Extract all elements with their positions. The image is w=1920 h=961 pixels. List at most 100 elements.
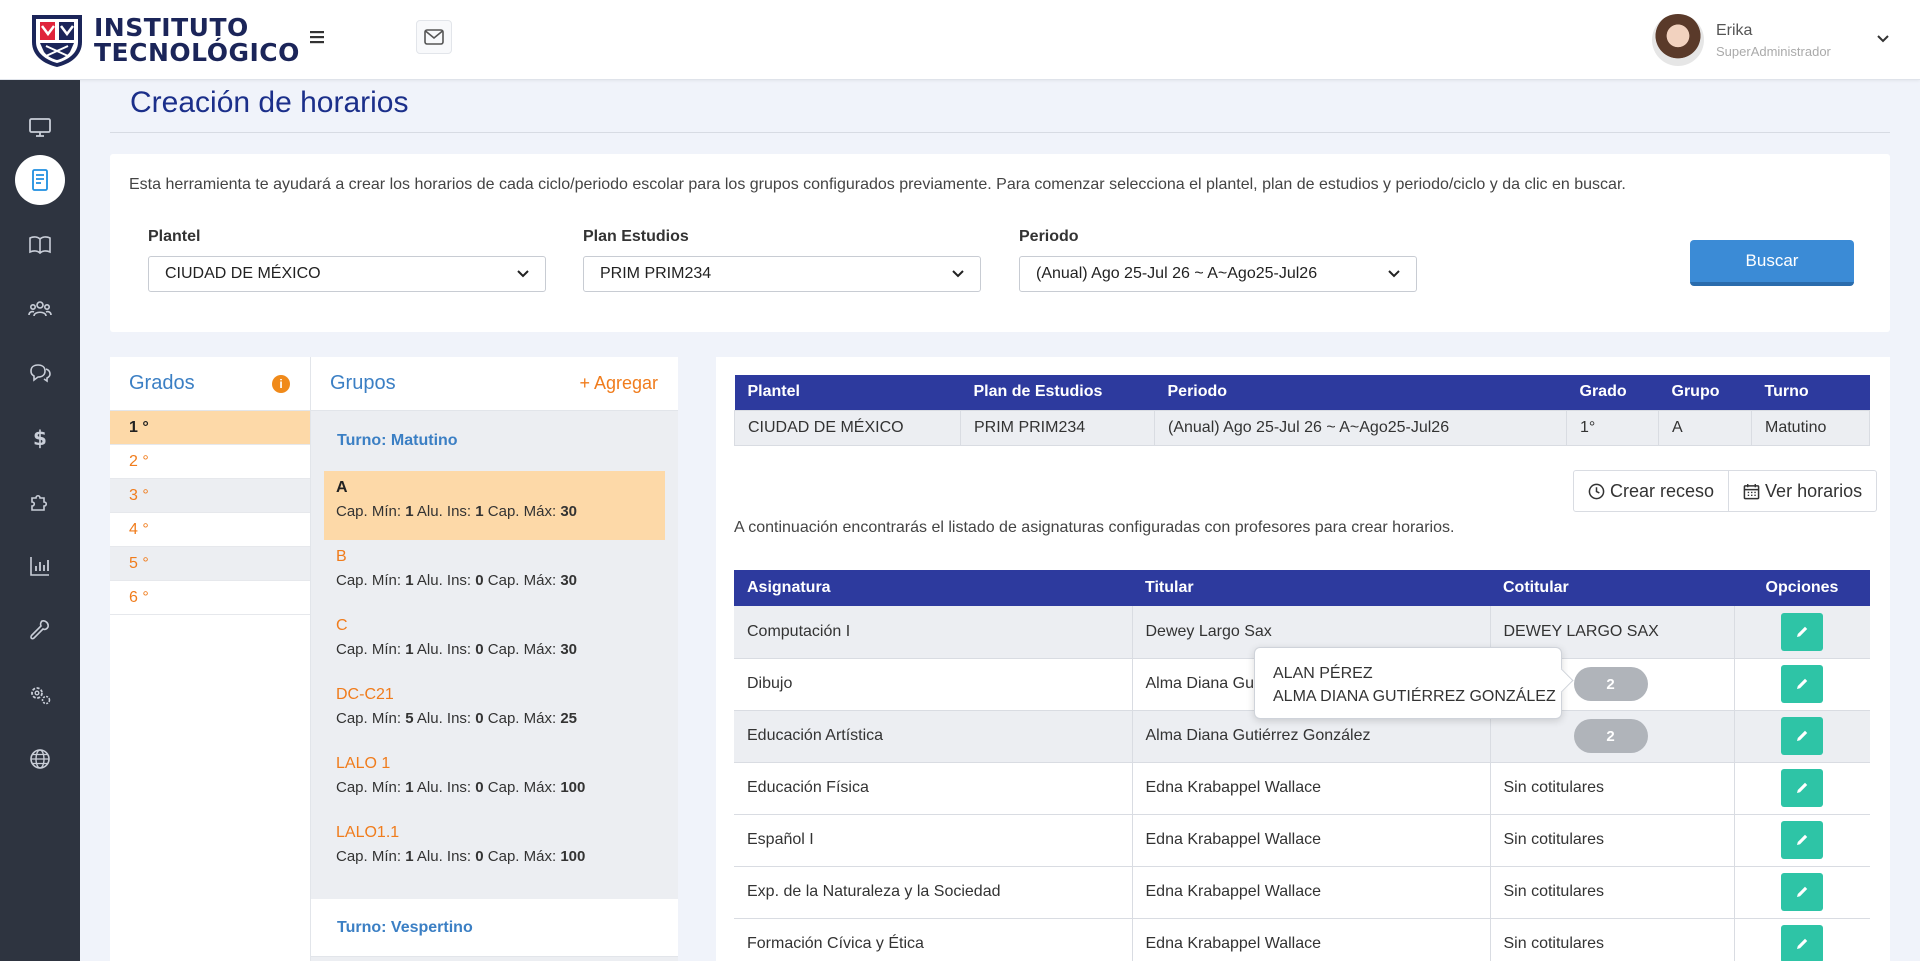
info-icon[interactable]: i <box>272 374 290 393</box>
sidebar-item-settings[interactable] <box>15 670 65 720</box>
group-capacity: Cap. Mín: 1 Alu. Ins: 0 Cap. Máx: 30 <box>336 641 577 658</box>
envelope-icon <box>424 29 444 45</box>
edit-button[interactable] <box>1781 612 1824 651</box>
summary-header: Plantel <box>734 375 961 410</box>
chevron-down-icon <box>952 267 964 281</box>
edit-button[interactable] <box>1781 665 1824 703</box>
cotitular-cell: Sin cotitulares <box>1490 762 1735 815</box>
messages-button[interactable] <box>416 20 452 54</box>
view-schedules-label: Ver horarios <box>1765 480 1863 501</box>
edit-button[interactable] <box>1781 873 1824 911</box>
edit-button[interactable] <box>1781 769 1824 807</box>
plan-selected: PRIM PRIM234 <box>600 265 712 282</box>
dollar-icon: $ <box>33 426 47 450</box>
bar-chart-icon <box>30 557 49 576</box>
periodo-field: Periodo (Anual) Ago 25-Jul 26 ~ A~Ago25-… <box>1019 228 1419 292</box>
edit-button[interactable] <box>1781 717 1824 755</box>
grado-item[interactable]: 1 ° <box>110 411 310 445</box>
search-button[interactable]: Buscar <box>1690 240 1854 286</box>
summary-cell: A <box>1658 409 1752 446</box>
grado-item[interactable]: 4 ° <box>110 513 310 547</box>
group-card[interactable]: C Cap. Mín: 1 Alu. Ins: 0 Cap. Máx: 30 <box>324 609 665 678</box>
titular-cell: Edna Krabappel Wallace <box>1132 866 1491 919</box>
sidebar-item-tools[interactable] <box>15 605 65 655</box>
pencil-icon <box>1797 938 1808 949</box>
logo-line-2: TECNOLÓGICO <box>94 38 300 67</box>
subjects-description: A continuación encontrarás el listado de… <box>734 519 1455 536</box>
group-card[interactable]: B Cap. Mín: 1 Alu. Ins: 0 Cap. Máx: 30 <box>324 540 665 609</box>
turno-matutino-section: Turno: Matutino A Cap. Mín: 1 Alu. Ins: … <box>311 411 678 899</box>
user-name: Erika <box>1716 21 1753 39</box>
group-card[interactable]: LALO 1 Cap. Mín: 1 Alu. Ins: 0 Cap. Máx:… <box>324 747 665 816</box>
book-open-icon <box>29 236 51 255</box>
page-title: Creación de horarios <box>130 86 409 119</box>
table-row: Formación Cívica y Ética Edna Krabappel … <box>734 918 1870 961</box>
summary-cell: CIUDAD DE MÉXICO <box>734 409 961 446</box>
pencil-icon <box>1797 678 1808 689</box>
globe-icon <box>30 749 50 769</box>
logo[interactable]: INSTITUTO TECNOLÓGICO <box>28 12 300 68</box>
grados-panel: Grados i 1 ° 2 ° 3 ° 4 ° 5 ° 6 ° <box>110 357 310 961</box>
summary-cell: 1° <box>1566 409 1659 446</box>
subjects-header: Opciones <box>1734 570 1870 606</box>
document-icon <box>32 169 48 191</box>
grupos-header: Grupos + Agregar <box>311 357 678 411</box>
sidebar-item-chat[interactable] <box>15 348 65 398</box>
sidebar-item-book[interactable] <box>15 220 65 270</box>
group-card[interactable]: LALO1.1 Cap. Mín: 1 Alu. Ins: 0 Cap. Máx… <box>324 816 665 885</box>
sidebar: $ <box>0 80 80 961</box>
plantel-field: Plantel CIUDAD DE MÉXICO <box>148 228 548 292</box>
turno-vespertino-label[interactable]: Turno: Vespertino <box>311 899 678 957</box>
group-capacity: Cap. Mín: 1 Alu. Ins: 0 Cap. Máx: 100 <box>336 848 586 865</box>
chevron-down-icon[interactable] <box>1876 31 1890 49</box>
wrench-icon <box>30 620 49 640</box>
edit-button[interactable] <box>1781 821 1824 859</box>
sidebar-item-payments[interactable]: $ <box>15 413 65 463</box>
sidebar-item-users[interactable] <box>15 284 65 334</box>
user-menu[interactable]: Erika SuperAdministrador <box>1652 14 1890 66</box>
grados-title: Grados <box>129 372 195 394</box>
subject-cell: Computación I <box>734 606 1133 659</box>
cotitulares-count-badge[interactable]: 2 <box>1573 667 1648 701</box>
summary-cell: PRIM PRIM234 <box>960 409 1155 446</box>
group-card[interactable]: A Cap. Mín: 1 Alu. Ins: 1 Cap. Máx: 30 <box>324 471 665 540</box>
sidebar-item-modules[interactable] <box>15 477 65 527</box>
add-group-button[interactable]: + Agregar <box>579 373 658 394</box>
periodo-label: Periodo <box>1019 228 1079 245</box>
sidebar-item-web[interactable] <box>15 734 65 784</box>
cotitulares-count-badge[interactable]: 2 <box>1573 719 1648 753</box>
filters-card: Esta herramienta te ayudará a crear los … <box>110 154 1890 332</box>
grado-item[interactable]: 3 ° <box>110 479 310 513</box>
table-row: CIUDAD DE MÉXICO PRIM PRIM234 (Anual) Ag… <box>734 409 1870 446</box>
subject-cell: Exp. de la Naturaleza y la Sociedad <box>734 866 1133 919</box>
view-schedules-button[interactable]: Ver horarios <box>1728 471 1876 511</box>
avatar <box>1652 14 1704 66</box>
svg-text:$: $ <box>33 426 47 450</box>
edit-button[interactable] <box>1781 925 1824 961</box>
user-role: SuperAdministrador <box>1716 43 1831 59</box>
chat-icon <box>30 364 51 383</box>
subject-cell: Español I <box>734 814 1133 867</box>
plan-select[interactable]: PRIM PRIM234 <box>583 256 981 292</box>
summary-header: Grado <box>1566 375 1659 410</box>
group-card[interactable]: DC-C21 Cap. Mín: 5 Alu. Ins: 0 Cap. Máx:… <box>324 678 665 747</box>
summary-header: Turno <box>1751 375 1870 410</box>
sidebar-item-reports[interactable] <box>15 541 65 591</box>
grado-item[interactable]: 6 ° <box>110 581 310 615</box>
sidebar-item-document[interactable] <box>15 155 65 205</box>
titular-cell: Edna Krabappel Wallace <box>1132 762 1491 815</box>
table-row: Español I Edna Krabappel Wallace Sin cot… <box>734 814 1870 867</box>
grado-item[interactable]: 2 ° <box>110 445 310 479</box>
create-break-button[interactable]: Crear receso <box>1574 471 1728 511</box>
subject-cell: Educación Artística <box>734 710 1133 763</box>
turno-vespertino-section <box>311 957 678 961</box>
sidebar-item-monitor[interactable] <box>15 102 65 152</box>
periodo-select[interactable]: (Anual) Ago 25-Jul 26 ~ A~Ago25-Jul26 <box>1019 256 1417 292</box>
subjects-header: Cotitular <box>1490 570 1734 606</box>
titular-cell: Edna Krabappel Wallace <box>1132 918 1491 961</box>
grado-item[interactable]: 5 ° <box>110 547 310 581</box>
puzzle-icon <box>31 494 48 511</box>
hamburger-menu-icon[interactable] <box>308 28 328 48</box>
plantel-select[interactable]: CIUDAD DE MÉXICO <box>148 256 546 292</box>
logo-shield-icon <box>32 15 82 67</box>
